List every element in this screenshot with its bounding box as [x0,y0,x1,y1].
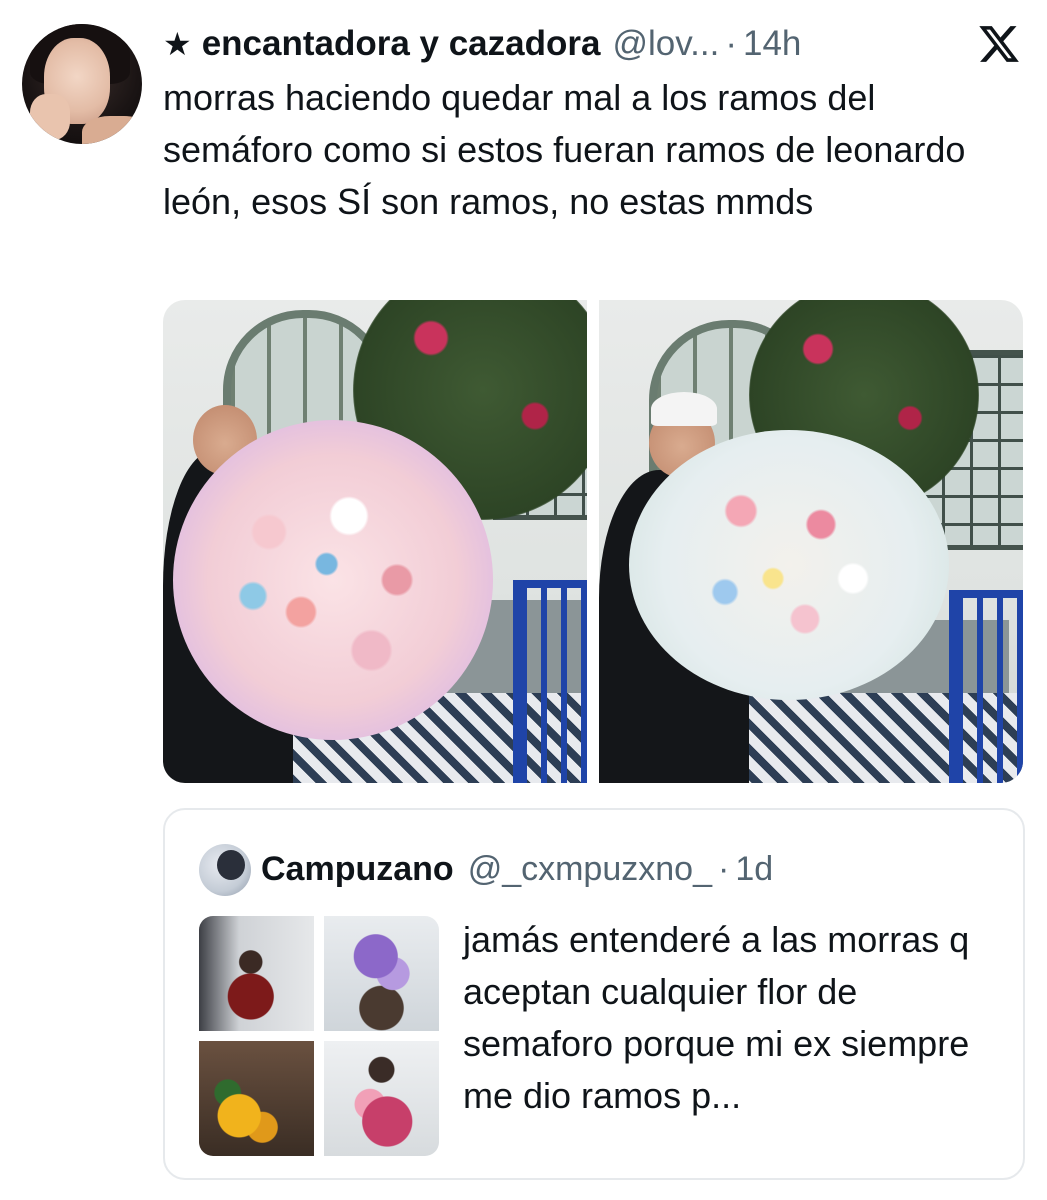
quote-handle[interactable]: @_cxmpuzxno_ [468,850,712,889]
quote-header: Campuzano @_cxmpuzxno_ · 1d [261,850,773,889]
quote-media-thumb[interactable] [199,1041,314,1156]
quote-media-grid[interactable] [199,916,439,1156]
x-logo-icon[interactable] [976,22,1022,66]
white-cap [651,392,717,426]
author-avatar[interactable] [22,24,142,144]
media-photo-1[interactable] [163,300,587,783]
flower-bouquet [173,420,493,740]
tweet-header: ★ encantadora y cazadora @lov... · 14h [163,22,801,66]
media-photo-2[interactable] [599,300,1023,783]
star-icon: ★ [163,26,192,62]
quote-media-thumb[interactable] [324,1041,439,1156]
tweet-media[interactable] [163,300,1023,783]
quote-media-thumb[interactable] [324,916,439,1031]
avatar-shoulder [82,116,142,144]
quote-separator: · [717,850,730,888]
blue-chair [949,590,1023,783]
flower-bouquet [629,430,949,700]
quote-media-thumb[interactable] [199,916,314,1031]
quote-text: jamás entenderé a las morras q aceptan c… [463,919,970,1116]
blue-chair [513,580,587,783]
quoted-tweet-card[interactable]: Campuzano @_cxmpuzxno_ · 1d jamás entend… [163,808,1025,1180]
avatar-hand [30,94,70,140]
tweet-text: morras haciendo quedar mal a los ramos d… [163,77,966,222]
header-separator: · [725,24,737,63]
quote-author-avatar[interactable] [199,844,251,896]
author-display-name[interactable]: encantadora y cazadora [202,24,601,64]
quote-display-name[interactable]: Campuzano [261,850,454,889]
author-handle[interactable]: @lov... [612,24,719,64]
quote-timestamp[interactable]: 1d [735,850,773,889]
tweet-timestamp[interactable]: 14h [743,24,801,64]
